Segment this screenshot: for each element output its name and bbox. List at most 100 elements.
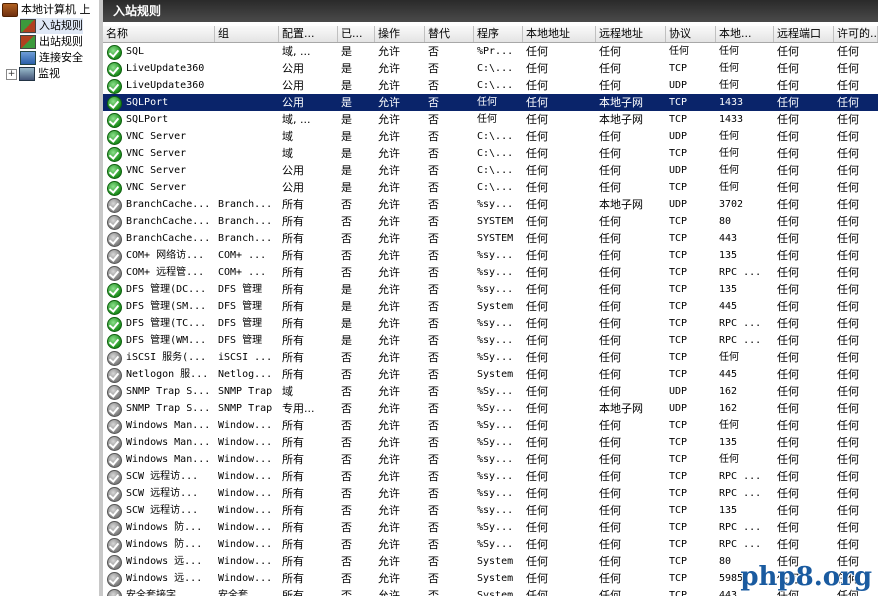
cell-program: C:\... bbox=[477, 148, 514, 159]
cell-local-address: 任何 bbox=[526, 351, 548, 364]
table-row[interactable]: iSCSI 服务(... iSCSI ... 所有 否 允许 否 %Sy... 任何 任何 TCP… bbox=[103, 349, 878, 366]
column-header-local-port[interactable]: 本地... bbox=[716, 26, 774, 42]
column-header-remote-port[interactable]: 远程端口 bbox=[774, 26, 834, 42]
table-row[interactable]: DFS 管理(SM... DFS 管理 所有 是 允许 否 System 任何 任何 TCP 445… bbox=[103, 298, 878, 315]
cell-name: DFS 管理(DC... bbox=[126, 284, 207, 295]
cell-authorized: 任何 bbox=[837, 317, 859, 330]
cell-local-address: 任何 bbox=[526, 283, 548, 296]
table-row[interactable]: Windows 防... Window... 所有 否 允许 否 %Sy... 任何 任何 TCP… bbox=[103, 536, 878, 553]
cell-local-address: 任何 bbox=[526, 45, 548, 58]
cell-action: 允许 bbox=[378, 317, 400, 330]
cell-action: 允许 bbox=[378, 147, 400, 160]
column-header-protocol[interactable]: 协议 bbox=[666, 26, 716, 42]
column-header-profile[interactable]: 配置... bbox=[279, 26, 338, 42]
tree-item-monitoring[interactable]: + 监视 bbox=[6, 66, 60, 82]
cell-program: %Sy... bbox=[477, 420, 514, 431]
cell-override: 否 bbox=[428, 334, 439, 347]
table-row[interactable]: Netlogon 服... Netlog... 所有 否 允许 否 System 任何 任何 TC… bbox=[103, 366, 878, 383]
table-row[interactable]: COM+ 网络访... COM+ ... 所有 否 允许 否 %sy... 任何 任何 TCP 13… bbox=[103, 247, 878, 264]
cell-local-port: 162 bbox=[719, 403, 738, 414]
cell-local-address: 任何 bbox=[526, 385, 548, 398]
column-header-group[interactable]: 组 bbox=[215, 26, 279, 42]
table-row[interactable]: VNC Server 域 是 允许 否 C:\... 任何 任何 TCP 任何 任何 任何 bbox=[103, 145, 878, 162]
table-row[interactable]: BranchCache... Branch... 所有 否 允许 否 %sy... 任何 本地子… bbox=[103, 196, 878, 213]
cell-local-port: 445 bbox=[719, 369, 738, 380]
cell-remote-address: 任何 bbox=[599, 62, 621, 75]
cell-profile: 公用 bbox=[282, 79, 304, 92]
rule-disabled-icon bbox=[107, 555, 122, 570]
cell-local-port: 任何 bbox=[719, 182, 739, 193]
cell-name: DFS 管理(TC... bbox=[126, 318, 207, 329]
cell-remote-address: 任何 bbox=[599, 487, 621, 500]
tree-item-connection-security[interactable]: 连接安全 bbox=[20, 50, 83, 66]
table-row[interactable]: VNC Server 公用 是 允许 否 C:\... 任何 任何 TCP 任何 任何 任何 bbox=[103, 179, 878, 196]
table-row[interactable]: SCW 远程访... Window... 所有 否 允许 否 %sy... 任何 任何 TCP RP… bbox=[103, 468, 878, 485]
column-header-name[interactable]: 名称 bbox=[103, 26, 215, 42]
cell-action: 允许 bbox=[378, 96, 400, 109]
cell-protocol: TCP bbox=[669, 505, 688, 516]
cell-action: 允许 bbox=[378, 266, 400, 279]
cell-authorized: 任何 bbox=[837, 147, 859, 160]
cell-local-address: 任何 bbox=[526, 164, 548, 177]
cell-override: 否 bbox=[428, 198, 439, 211]
table-row[interactable]: BranchCache... Branch... 所有 否 允许 否 SYSTEM 任何 任何 T… bbox=[103, 213, 878, 230]
table-row[interactable]: SCW 远程访... Window... 所有 否 允许 否 %sy... 任何 任何 TCP 13… bbox=[103, 502, 878, 519]
table-row[interactable]: COM+ 远程管... COM+ ... 所有 否 允许 否 %sy... 任何 任何 TCP RP… bbox=[103, 264, 878, 281]
table-row[interactable]: Windows Man... Window... 所有 否 允许 否 %sy... 任何 任何 T… bbox=[103, 451, 878, 468]
cell-action: 允许 bbox=[378, 181, 400, 194]
cell-remote-port: 任何 bbox=[777, 113, 799, 126]
tree-root[interactable]: 本地计算机 上 bbox=[2, 2, 91, 18]
table-row[interactable]: LiveUpdate360 公用 是 允许 否 C:\... 任何 任何 UDP 任何 任何 任何 bbox=[103, 77, 878, 94]
table-row[interactable]: LiveUpdate360 公用 是 允许 否 C:\... 任何 任何 TCP 任何 任何 任何 bbox=[103, 60, 878, 77]
cell-remote-port: 任何 bbox=[777, 45, 799, 58]
cell-name: VNC Server bbox=[126, 182, 187, 193]
cell-action: 允许 bbox=[378, 385, 400, 398]
outbound-rules-icon bbox=[20, 35, 36, 49]
tree-item-outbound-rules[interactable]: 出站规则 bbox=[20, 34, 83, 50]
table-row[interactable]: DFS 管理(WM... DFS 管理 所有 是 允许 否 %sy... 任何 任何 TCP RPC… bbox=[103, 332, 878, 349]
cell-group: COM+ ... bbox=[218, 267, 267, 278]
column-header-remote-address[interactable]: 远程地址 bbox=[596, 26, 666, 42]
column-header-program[interactable]: 程序 bbox=[474, 26, 523, 42]
table-row[interactable]: SQLPort 域, ... 是 允许 否 任何 任何 本地子网 TCP 1433 任何 任何 bbox=[103, 111, 878, 128]
cell-local-address: 任何 bbox=[526, 487, 548, 500]
tree-item-label: 出站规则 bbox=[39, 35, 83, 48]
cell-program: %Sy... bbox=[477, 522, 514, 533]
cell-group: DFS 管理 bbox=[218, 318, 263, 329]
table-row[interactable]: SNMP Trap S... SNMP Trap 域 否 允许 否 %Sy... 任何 任何 UD… bbox=[103, 383, 878, 400]
table-row[interactable]: SNMP Trap S... SNMP Trap 专用... 否 允许 否 %Sy... 任何… bbox=[103, 400, 878, 417]
cell-override: 否 bbox=[428, 470, 439, 483]
cell-group bbox=[215, 128, 279, 145]
table-row[interactable]: DFS 管理(TC... DFS 管理 所有 是 允许 否 %sy... 任何 任何 TCP RPC… bbox=[103, 315, 878, 332]
table-row[interactable]: Windows 防... Window... 所有 否 允许 否 %Sy... 任何 任何 TCP… bbox=[103, 519, 878, 536]
cell-group: SNMP Trap bbox=[218, 403, 273, 414]
table-row[interactable]: BranchCache... Branch... 所有 否 允许 否 SYSTEM 任何 任何 T… bbox=[103, 230, 878, 247]
table-row[interactable]: VNC Server 域 是 允许 否 C:\... 任何 任何 UDP 任何 任何 任何 bbox=[103, 128, 878, 145]
table-row[interactable]: SQLPort 公用 是 允许 否 任何 任何 本地子网 TCP 1433 任何 任何 bbox=[103, 94, 878, 111]
cell-name: Windows 远... bbox=[126, 573, 203, 584]
cell-remote-port: 任何 bbox=[777, 249, 799, 262]
table-row[interactable]: VNC Server 公用 是 允许 否 C:\... 任何 任何 UDP 任何 任何 任何 bbox=[103, 162, 878, 179]
cell-name: COM+ 网络访... bbox=[126, 250, 205, 261]
cell-authorized: 任何 bbox=[837, 249, 859, 262]
table-row[interactable]: DFS 管理(DC... DFS 管理 所有 是 允许 否 %sy... 任何 任何 TCP 135… bbox=[103, 281, 878, 298]
table-row[interactable]: Windows Man... Window... 所有 否 允许 否 %Sy... 任何 任何 T… bbox=[103, 434, 878, 451]
cell-local-address: 任何 bbox=[526, 215, 548, 228]
cell-remote-address: 任何 bbox=[599, 283, 621, 296]
column-header-authorized[interactable]: 许可的... bbox=[834, 26, 878, 42]
cell-action: 允许 bbox=[378, 419, 400, 432]
cell-group bbox=[215, 162, 279, 179]
cell-enabled: 否 bbox=[341, 198, 352, 211]
table-row[interactable]: Windows Man... Window... 所有 否 允许 否 %Sy... 任何 任何 T… bbox=[103, 417, 878, 434]
expand-icon[interactable]: + bbox=[6, 68, 17, 80]
cell-profile: 所有 bbox=[282, 538, 304, 551]
cell-authorized: 任何 bbox=[837, 198, 859, 211]
column-header-override[interactable]: 替代 bbox=[425, 26, 474, 42]
column-header-action[interactable]: 操作 bbox=[375, 26, 425, 42]
table-row[interactable]: SQL 域, ... 是 允许 否 %Pr... 任何 任何 任何 任何 任何 任何 bbox=[103, 43, 878, 60]
table-row[interactable]: SCW 远程访... Window... 所有 否 允许 否 %sy... 任何 任何 TCP RP… bbox=[103, 485, 878, 502]
column-header-local-address[interactable]: 本地地址 bbox=[523, 26, 596, 42]
rule-disabled-icon bbox=[107, 385, 122, 400]
column-header-enabled[interactable]: 已... bbox=[338, 26, 375, 42]
tree-item-inbound-rules[interactable]: 入站规则 bbox=[20, 18, 83, 34]
